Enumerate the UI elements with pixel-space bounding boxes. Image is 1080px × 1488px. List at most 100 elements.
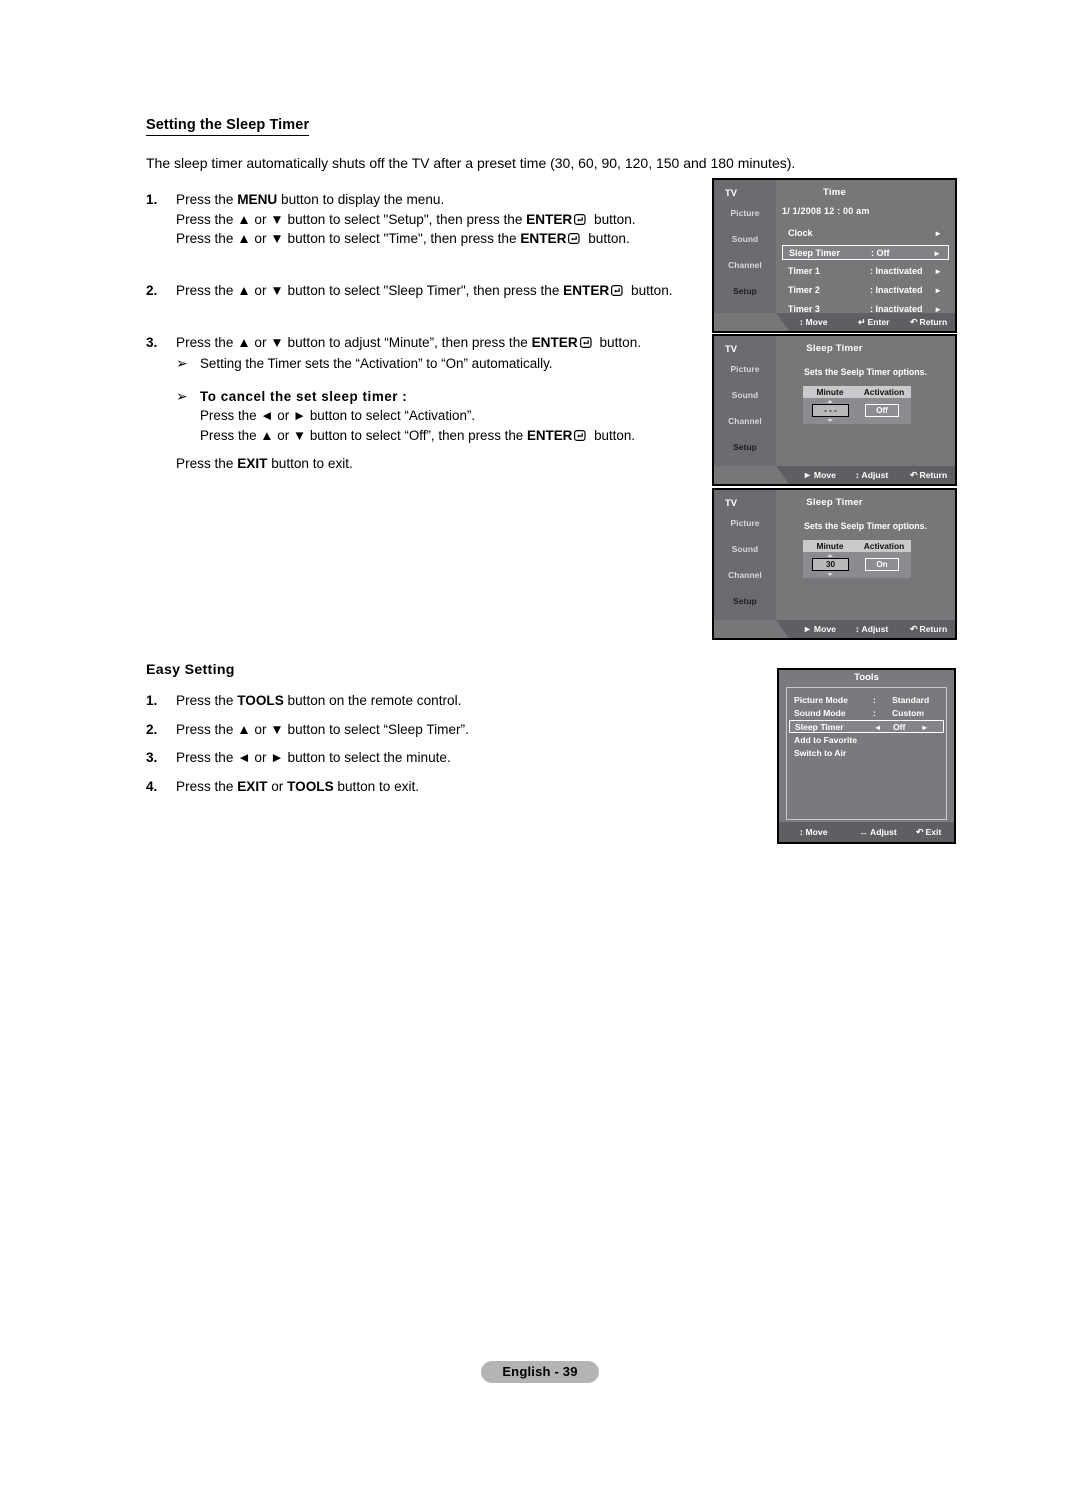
tools-row-picture-mode-colon: : (873, 695, 876, 705)
intro-text: The sleep timer automatically shuts off … (146, 154, 796, 171)
enter-key-icon (574, 213, 588, 225)
right-arrow-icon[interactable]: ► (921, 721, 928, 734)
clock-display: 1/ 1/2008 12 : 00 am (782, 206, 870, 216)
section-heading: Setting the Sleep Timer (146, 117, 310, 136)
guide-move-label: Move (813, 470, 836, 480)
minute-spinner-value[interactable]: 30 (812, 558, 849, 571)
guide-adjust: ↕ Adjust (855, 620, 888, 638)
column-header-activation: Activation (863, 387, 905, 397)
spinner-up-arrow-icon[interactable] (827, 400, 833, 403)
guide-enter: ↵ Enter (858, 313, 890, 331)
osd-row-sleep-timer-label: Sleep Timer (789, 248, 840, 258)
osd-guide-bar: ► Move ↕ Adjust ↶ Return (714, 620, 955, 638)
guide-move: ↕ Move (799, 313, 827, 331)
spinner-down-arrow-icon[interactable] (827, 573, 833, 576)
tools-row-picture-mode[interactable]: Picture Mode : Standard (789, 694, 944, 707)
chevron-right-icon: ► (934, 267, 942, 276)
easy-setting-section: Easy Setting 1. Press the TOOLS button o… (146, 662, 666, 807)
osd-row-timer-2-value: : Inactivated (870, 285, 923, 295)
guide-exit-label: Exit (925, 827, 942, 837)
osd-row-timer-2[interactable]: Timer 2 : Inactivated ► (782, 283, 949, 298)
tools-row-sound-mode[interactable]: Sound Mode : Custom (789, 707, 944, 720)
left-arrow-icon[interactable]: ◄ (874, 721, 881, 734)
sidebar-item-sound[interactable]: Sound (714, 234, 776, 244)
osd-row-timer-2-label: Timer 2 (788, 285, 820, 295)
step-1-line-2: Press the ▲ or ▼ button to select "Setup… (176, 211, 636, 227)
column-header-minute: Minute (816, 541, 844, 551)
chevron-right-icon: ► (933, 249, 941, 258)
easy-step-1-text: Press the TOOLS button on the remote con… (176, 693, 462, 708)
activation-value[interactable]: Off (865, 404, 899, 417)
osd-row-timer-1-label: Timer 1 (788, 266, 820, 276)
osd-row-sleep-timer[interactable]: Sleep Timer : Off ► (782, 245, 949, 260)
sleep-timer-card: Minute Activation - - - Off (803, 386, 911, 424)
right-arrow-icon: ► (803, 624, 812, 634)
guide-move: ↕ Move (799, 822, 827, 842)
sidebar-item-picture[interactable]: Picture (714, 518, 776, 528)
step-3-number: 3. (146, 334, 158, 350)
updown-arrow-icon: ↕ (855, 624, 860, 634)
spinner-up-arrow-icon[interactable] (827, 554, 833, 557)
sidebar-item-channel[interactable]: Channel (714, 416, 776, 426)
tools-panel-title: Tools (854, 672, 879, 683)
tools-row-sound-mode-colon: : (873, 708, 876, 718)
tools-row-add-to-favorite-label: Add to Favorite (794, 735, 858, 745)
tools-row-switch-to-air[interactable]: Switch to Air (789, 747, 944, 760)
enter-key-icon (611, 284, 625, 296)
osd-row-timer-1[interactable]: Timer 1 : Inactivated ► (782, 264, 949, 279)
sidebar-item-channel[interactable]: Channel (714, 260, 776, 270)
step-3: 3. Press the ▲ or ▼ button to adjust “Mi… (146, 333, 706, 474)
guide-exit: ↶ Exit (916, 822, 941, 842)
osd-description: Sets the Seelp Timer options. (803, 367, 928, 377)
sidebar-item-picture[interactable]: Picture (714, 364, 776, 374)
column-header-activation: Activation (863, 541, 905, 551)
updown-arrow-icon: ↕ (799, 827, 804, 837)
note-bullet-activation-text: Setting the Timer sets the “Activation” … (200, 356, 553, 372)
guide-return-label: Return (919, 624, 948, 634)
sidebar-item-sound[interactable]: Sound (714, 544, 776, 554)
return-arrow-icon: ↶ (910, 317, 918, 327)
easy-step-1-number: 1. (146, 693, 158, 708)
document-text-column: Setting the Sleep Timer The sleep timer … (146, 116, 795, 480)
osd-time-panel: Picture Sound Channel Setup Input TV Tim… (712, 178, 957, 333)
leftright-arrow-icon: ↔ (859, 827, 868, 837)
easy-step-4: 4. Press the EXIT or TOOLS button to exi… (146, 778, 666, 796)
sidebar-item-setup[interactable]: Setup (714, 596, 776, 606)
osd-nav-rail: Picture Sound Channel Setup Input (714, 180, 776, 331)
guide-adjust: ↔ Adjust (859, 822, 897, 842)
tools-row-sleep-timer-value: Off (893, 722, 906, 732)
osd-row-clock-label: Clock (788, 228, 813, 238)
tools-row-sleep-timer[interactable]: Sleep Timer ◄ Off ► (789, 720, 944, 733)
sleep-timer-card: Minute Activation 30 On (803, 540, 911, 578)
guide-return: ↶ Return (910, 620, 947, 638)
osd-title: Time (822, 187, 847, 198)
sidebar-item-sound[interactable]: Sound (714, 390, 776, 400)
activation-value[interactable]: On (865, 558, 899, 571)
enter-key-icon (574, 429, 588, 441)
guide-return: ↶ Return (910, 313, 947, 331)
step-1-line-1: Press the MENU button to display the men… (176, 191, 445, 207)
easy-step-3-text: Press the ◄ or ► button to select the mi… (176, 750, 451, 766)
easy-step-2-text: Press the ▲ or ▼ button to select “Sleep… (176, 721, 469, 737)
minute-spinner-value[interactable]: - - - (812, 404, 849, 417)
intro-paragraph: The sleep timer automatically shuts off … (146, 154, 795, 172)
step-3-line-1: Press the ▲ or ▼ button to adjust “Minut… (176, 334, 642, 350)
sidebar-item-setup[interactable]: Setup (714, 286, 776, 296)
easy-step-1: 1. Press the TOOLS button on the remote … (146, 692, 666, 710)
sidebar-item-picture[interactable]: Picture (714, 208, 776, 218)
tools-row-add-to-favorite[interactable]: Add to Favorite (789, 734, 944, 747)
tools-row-picture-mode-label: Picture Mode (794, 695, 848, 705)
spinner-down-arrow-icon[interactable] (827, 419, 833, 422)
enter-key-icon (568, 233, 582, 245)
step-1-line-3: Press the ▲ or ▼ button to select "Time"… (176, 231, 630, 247)
guide-enter-label: Enter (867, 317, 890, 327)
sidebar-item-setup[interactable]: Setup (714, 442, 776, 452)
osd-nav-rail: Picture Sound Channel Setup Input (714, 336, 776, 484)
note-bullet-cancel: ➢ To cancel the set sleep timer : Press … (176, 387, 706, 445)
sidebar-item-channel[interactable]: Channel (714, 570, 776, 580)
column-header-minute: Minute (816, 387, 844, 397)
enter-arrow-icon: ↵ (858, 317, 866, 327)
osd-row-clock[interactable]: Clock ► (782, 226, 949, 241)
